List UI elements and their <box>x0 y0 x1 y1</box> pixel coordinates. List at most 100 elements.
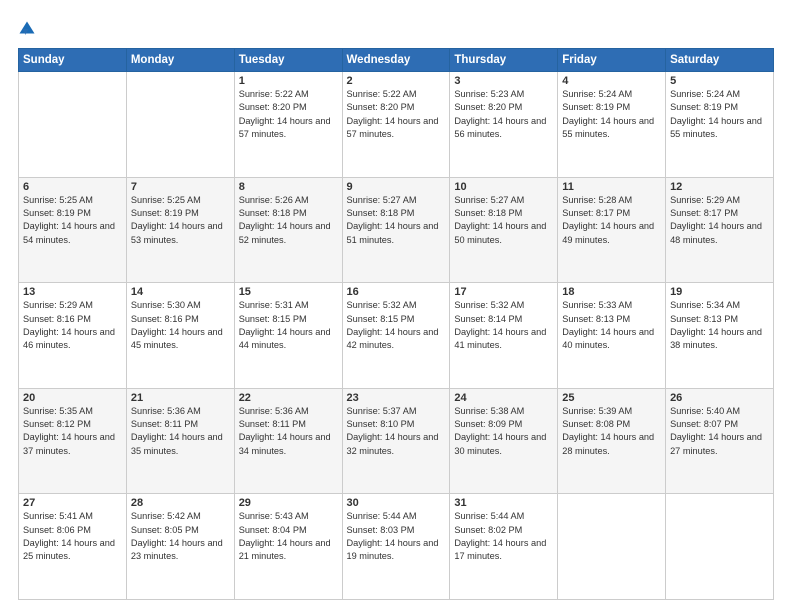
calendar-cell: 16Sunrise: 5:32 AM Sunset: 8:15 PM Dayli… <box>342 283 450 389</box>
day-info: Sunrise: 5:32 AM Sunset: 8:15 PM Dayligh… <box>347 299 446 352</box>
day-info: Sunrise: 5:36 AM Sunset: 8:11 PM Dayligh… <box>239 405 338 458</box>
day-info: Sunrise: 5:40 AM Sunset: 8:07 PM Dayligh… <box>670 405 769 458</box>
day-info: Sunrise: 5:24 AM Sunset: 8:19 PM Dayligh… <box>562 88 661 141</box>
day-number: 20 <box>23 392 122 404</box>
day-info: Sunrise: 5:23 AM Sunset: 8:20 PM Dayligh… <box>454 88 553 141</box>
day-number: 19 <box>670 286 769 298</box>
calendar-cell: 23Sunrise: 5:37 AM Sunset: 8:10 PM Dayli… <box>342 388 450 494</box>
day-number: 28 <box>131 497 230 509</box>
day-number: 31 <box>454 497 553 509</box>
calendar-cell: 2Sunrise: 5:22 AM Sunset: 8:20 PM Daylig… <box>342 72 450 178</box>
calendar-cell: 27Sunrise: 5:41 AM Sunset: 8:06 PM Dayli… <box>19 494 127 600</box>
weekday-header-friday: Friday <box>558 49 666 72</box>
calendar-cell: 22Sunrise: 5:36 AM Sunset: 8:11 PM Dayli… <box>234 388 342 494</box>
calendar-cell: 28Sunrise: 5:42 AM Sunset: 8:05 PM Dayli… <box>126 494 234 600</box>
day-number: 3 <box>454 75 553 87</box>
day-number: 8 <box>239 181 338 193</box>
day-info: Sunrise: 5:43 AM Sunset: 8:04 PM Dayligh… <box>239 510 338 563</box>
calendar-cell: 4Sunrise: 5:24 AM Sunset: 8:19 PM Daylig… <box>558 72 666 178</box>
calendar-week-0: 1Sunrise: 5:22 AM Sunset: 8:20 PM Daylig… <box>19 72 774 178</box>
calendar-cell: 26Sunrise: 5:40 AM Sunset: 8:07 PM Dayli… <box>666 388 774 494</box>
day-info: Sunrise: 5:29 AM Sunset: 8:17 PM Dayligh… <box>670 194 769 247</box>
day-number: 29 <box>239 497 338 509</box>
calendar-cell: 8Sunrise: 5:26 AM Sunset: 8:18 PM Daylig… <box>234 177 342 283</box>
calendar-cell: 5Sunrise: 5:24 AM Sunset: 8:19 PM Daylig… <box>666 72 774 178</box>
day-number: 10 <box>454 181 553 193</box>
calendar-cell: 10Sunrise: 5:27 AM Sunset: 8:18 PM Dayli… <box>450 177 558 283</box>
calendar-cell: 25Sunrise: 5:39 AM Sunset: 8:08 PM Dayli… <box>558 388 666 494</box>
day-info: Sunrise: 5:26 AM Sunset: 8:18 PM Dayligh… <box>239 194 338 247</box>
calendar-cell <box>666 494 774 600</box>
calendar-cell <box>558 494 666 600</box>
day-info: Sunrise: 5:34 AM Sunset: 8:13 PM Dayligh… <box>670 299 769 352</box>
day-number: 17 <box>454 286 553 298</box>
weekday-header-monday: Monday <box>126 49 234 72</box>
logo-icon <box>18 20 36 38</box>
day-number: 4 <box>562 75 661 87</box>
day-number: 7 <box>131 181 230 193</box>
day-number: 13 <box>23 286 122 298</box>
day-number: 11 <box>562 181 661 193</box>
calendar-cell: 18Sunrise: 5:33 AM Sunset: 8:13 PM Dayli… <box>558 283 666 389</box>
day-number: 9 <box>347 181 446 193</box>
day-number: 15 <box>239 286 338 298</box>
calendar-cell: 3Sunrise: 5:23 AM Sunset: 8:20 PM Daylig… <box>450 72 558 178</box>
calendar-cell: 12Sunrise: 5:29 AM Sunset: 8:17 PM Dayli… <box>666 177 774 283</box>
day-number: 21 <box>131 392 230 404</box>
day-info: Sunrise: 5:37 AM Sunset: 8:10 PM Dayligh… <box>347 405 446 458</box>
day-info: Sunrise: 5:32 AM Sunset: 8:14 PM Dayligh… <box>454 299 553 352</box>
calendar-cell <box>126 72 234 178</box>
day-info: Sunrise: 5:38 AM Sunset: 8:09 PM Dayligh… <box>454 405 553 458</box>
day-info: Sunrise: 5:33 AM Sunset: 8:13 PM Dayligh… <box>562 299 661 352</box>
calendar-cell: 11Sunrise: 5:28 AM Sunset: 8:17 PM Dayli… <box>558 177 666 283</box>
calendar-week-4: 27Sunrise: 5:41 AM Sunset: 8:06 PM Dayli… <box>19 494 774 600</box>
day-number: 6 <box>23 181 122 193</box>
calendar-cell: 21Sunrise: 5:36 AM Sunset: 8:11 PM Dayli… <box>126 388 234 494</box>
calendar-cell: 1Sunrise: 5:22 AM Sunset: 8:20 PM Daylig… <box>234 72 342 178</box>
calendar-cell: 7Sunrise: 5:25 AM Sunset: 8:19 PM Daylig… <box>126 177 234 283</box>
calendar-cell: 15Sunrise: 5:31 AM Sunset: 8:15 PM Dayli… <box>234 283 342 389</box>
calendar-table: SundayMondayTuesdayWednesdayThursdayFrid… <box>18 48 774 600</box>
day-info: Sunrise: 5:35 AM Sunset: 8:12 PM Dayligh… <box>23 405 122 458</box>
calendar-cell <box>19 72 127 178</box>
day-info: Sunrise: 5:27 AM Sunset: 8:18 PM Dayligh… <box>454 194 553 247</box>
calendar-cell: 31Sunrise: 5:44 AM Sunset: 8:02 PM Dayli… <box>450 494 558 600</box>
day-info: Sunrise: 5:29 AM Sunset: 8:16 PM Dayligh… <box>23 299 122 352</box>
day-number: 1 <box>239 75 338 87</box>
day-number: 5 <box>670 75 769 87</box>
day-info: Sunrise: 5:42 AM Sunset: 8:05 PM Dayligh… <box>131 510 230 563</box>
calendar-cell: 19Sunrise: 5:34 AM Sunset: 8:13 PM Dayli… <box>666 283 774 389</box>
weekday-header-row: SundayMondayTuesdayWednesdayThursdayFrid… <box>19 49 774 72</box>
day-info: Sunrise: 5:27 AM Sunset: 8:18 PM Dayligh… <box>347 194 446 247</box>
day-info: Sunrise: 5:36 AM Sunset: 8:11 PM Dayligh… <box>131 405 230 458</box>
day-number: 22 <box>239 392 338 404</box>
calendar-cell: 13Sunrise: 5:29 AM Sunset: 8:16 PM Dayli… <box>19 283 127 389</box>
calendar-week-3: 20Sunrise: 5:35 AM Sunset: 8:12 PM Dayli… <box>19 388 774 494</box>
day-number: 24 <box>454 392 553 404</box>
calendar-cell: 9Sunrise: 5:27 AM Sunset: 8:18 PM Daylig… <box>342 177 450 283</box>
day-number: 25 <box>562 392 661 404</box>
calendar-week-1: 6Sunrise: 5:25 AM Sunset: 8:19 PM Daylig… <box>19 177 774 283</box>
day-number: 27 <box>23 497 122 509</box>
calendar-cell: 6Sunrise: 5:25 AM Sunset: 8:19 PM Daylig… <box>19 177 127 283</box>
logo <box>18 18 39 38</box>
day-info: Sunrise: 5:28 AM Sunset: 8:17 PM Dayligh… <box>562 194 661 247</box>
header <box>18 18 774 38</box>
day-info: Sunrise: 5:22 AM Sunset: 8:20 PM Dayligh… <box>239 88 338 141</box>
calendar-cell: 14Sunrise: 5:30 AM Sunset: 8:16 PM Dayli… <box>126 283 234 389</box>
day-info: Sunrise: 5:31 AM Sunset: 8:15 PM Dayligh… <box>239 299 338 352</box>
day-number: 2 <box>347 75 446 87</box>
day-number: 23 <box>347 392 446 404</box>
day-info: Sunrise: 5:44 AM Sunset: 8:02 PM Dayligh… <box>454 510 553 563</box>
day-info: Sunrise: 5:39 AM Sunset: 8:08 PM Dayligh… <box>562 405 661 458</box>
day-number: 12 <box>670 181 769 193</box>
calendar-week-2: 13Sunrise: 5:29 AM Sunset: 8:16 PM Dayli… <box>19 283 774 389</box>
weekday-header-thursday: Thursday <box>450 49 558 72</box>
day-info: Sunrise: 5:30 AM Sunset: 8:16 PM Dayligh… <box>131 299 230 352</box>
page: SundayMondayTuesdayWednesdayThursdayFrid… <box>0 0 792 612</box>
day-number: 16 <box>347 286 446 298</box>
day-info: Sunrise: 5:25 AM Sunset: 8:19 PM Dayligh… <box>23 194 122 247</box>
day-info: Sunrise: 5:41 AM Sunset: 8:06 PM Dayligh… <box>23 510 122 563</box>
calendar-cell: 20Sunrise: 5:35 AM Sunset: 8:12 PM Dayli… <box>19 388 127 494</box>
day-number: 18 <box>562 286 661 298</box>
